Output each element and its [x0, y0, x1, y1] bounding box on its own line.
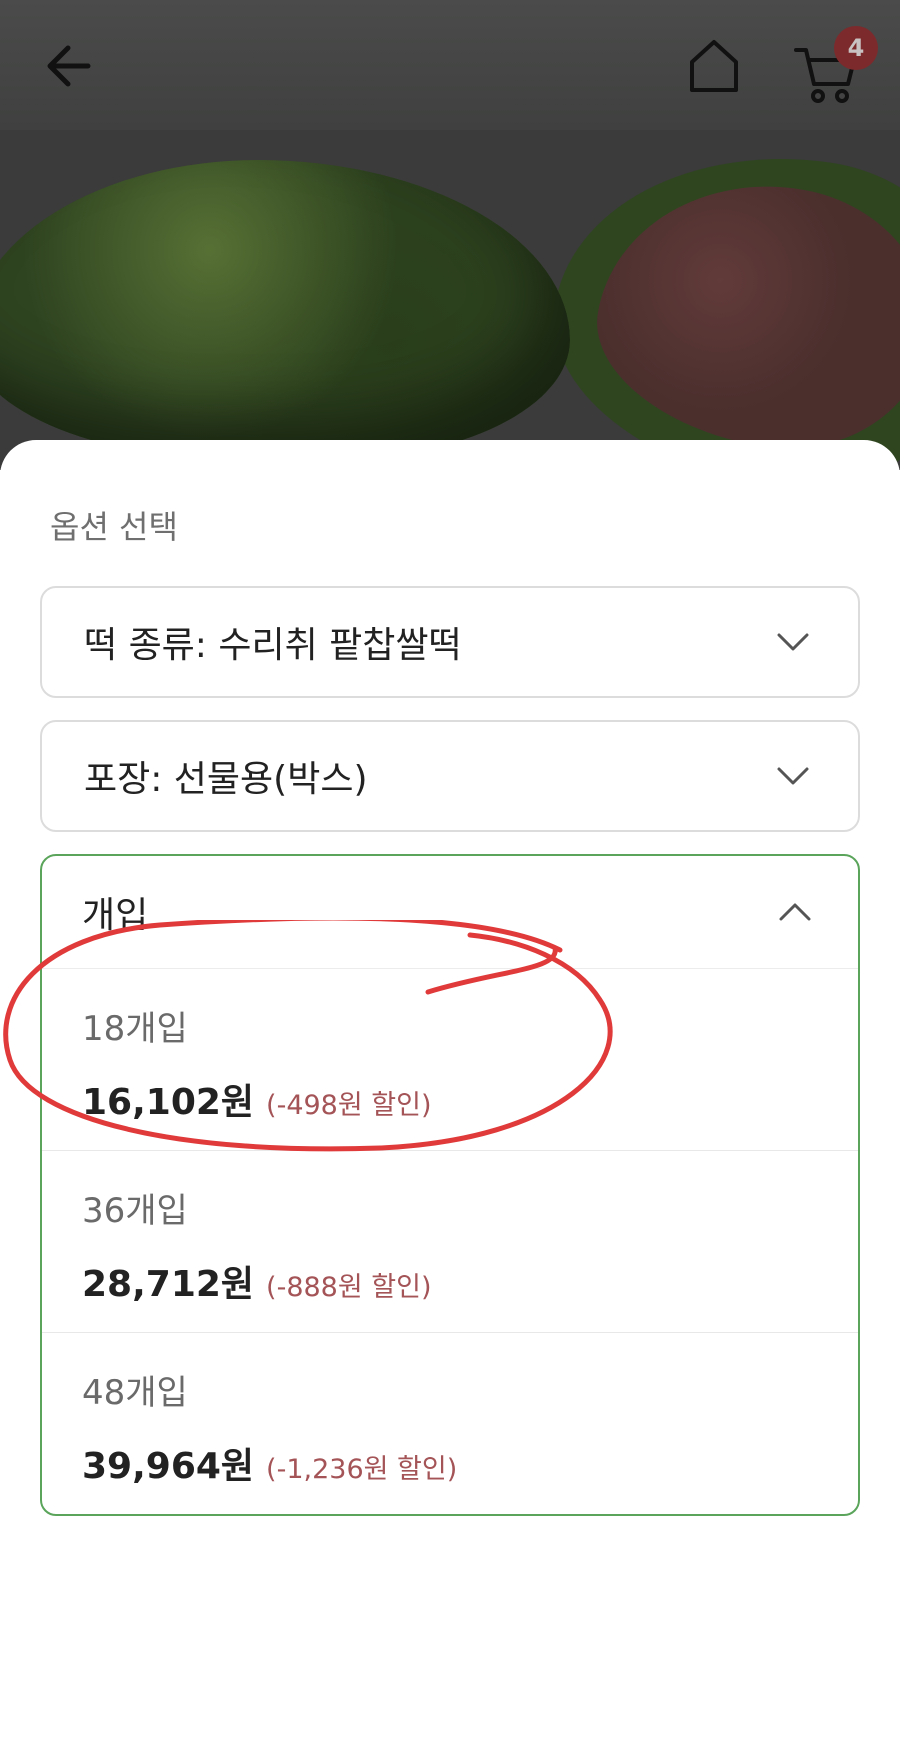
option-quantity: 48개입 — [82, 1373, 188, 1413]
option-price-line: 28,712원 (-888원 할인) — [82, 1255, 432, 1307]
home-icon — [690, 40, 738, 92]
quantity-option-48[interactable]: 48개입 39,964원 (-1,236원 할인) — [42, 1333, 858, 1514]
option-discount: (-498원 할인) — [266, 1090, 432, 1121]
option-price: 39,964원 — [82, 1446, 255, 1487]
option-price-line: 16,102원 (-498원 할인) — [82, 1073, 432, 1125]
home-button[interactable] — [684, 36, 744, 96]
option-quantity: 18개입 — [82, 1009, 188, 1049]
option-bottom-sheet: 옵션 선택 떡 종류: 수리취 팥찹쌀떡 포장: 선물용(박스) 개입 18개입… — [0, 440, 900, 1759]
cart-count-badge: 4 — [834, 26, 878, 70]
quantity-select-header[interactable]: 개입 — [42, 856, 858, 969]
select-value: 포장: 선물용(박스) — [84, 759, 368, 800]
quantity-select-expanded: 개입 18개입 16,102원 (-498원 할인) 36개입 28,712원 … — [40, 854, 860, 1516]
option-quantity: 36개입 — [82, 1191, 188, 1231]
rice-cake-type-select[interactable]: 떡 종류: 수리취 팥찹쌀떡 — [40, 586, 860, 698]
option-discount: (-1,236원 할인) — [266, 1454, 458, 1485]
sheet-title: 옵션 선택 — [50, 508, 178, 546]
select-value: 떡 종류: 수리취 팥찹쌀떡 — [84, 625, 462, 666]
option-price-line: 39,964원 (-1,236원 할인) — [82, 1437, 457, 1489]
option-discount: (-888원 할인) — [266, 1272, 432, 1303]
select-value: 개입 — [82, 895, 149, 936]
option-price: 16,102원 — [82, 1082, 255, 1123]
rice-cake-whole — [0, 160, 570, 460]
chevron-down-icon — [777, 767, 809, 785]
option-price: 28,712원 — [82, 1264, 255, 1305]
chevron-up-icon — [779, 903, 811, 921]
back-button[interactable] — [40, 38, 110, 94]
cart-button[interactable]: 4 — [792, 26, 882, 106]
chevron-down-icon — [777, 633, 809, 651]
top-bar: 4 — [0, 0, 900, 130]
arrow-left-icon — [47, 45, 91, 87]
packaging-select[interactable]: 포장: 선물용(박스) — [40, 720, 860, 832]
quantity-option-36[interactable]: 36개입 28,712원 (-888원 할인) — [42, 1151, 858, 1333]
quantity-option-18[interactable]: 18개입 16,102원 (-498원 할인) — [42, 969, 858, 1151]
